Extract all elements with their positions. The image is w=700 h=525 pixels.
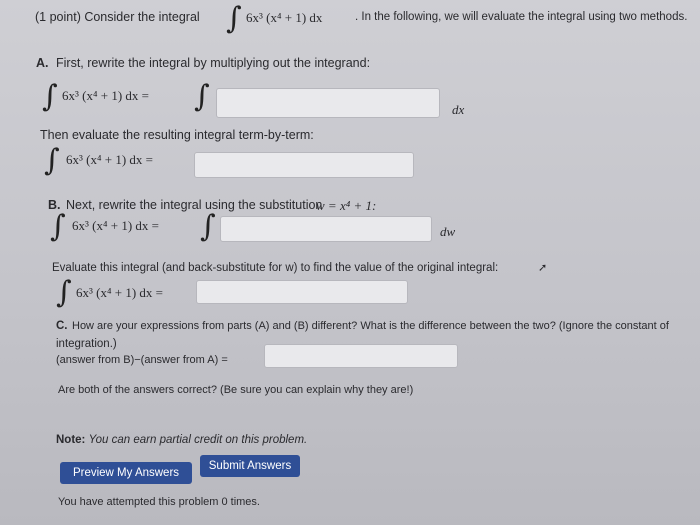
part-c-text: How are your expressions from parts (A) …: [72, 320, 669, 332]
part-b-integrand-input[interactable]: [220, 216, 432, 242]
part-b-substitution: w = x⁴ + 1:: [316, 198, 377, 213]
part-b-text: Next, rewrite the integral using the sub…: [66, 198, 323, 212]
part-a-result-input[interactable]: [194, 152, 414, 178]
part-a-lhs: 6x³ (x⁴ + 1) dx =: [62, 88, 150, 103]
problem-page: (1 point) Consider the integral ∫ 6x³ (x…: [0, 0, 700, 525]
part-a-label: A.: [36, 56, 49, 70]
part-a-integrand-input[interactable]: [216, 88, 440, 118]
note-text: You can earn partial credit on this prob…: [88, 434, 308, 446]
attempts-text: You have attempted this problem 0 times.: [58, 496, 260, 508]
mouse-cursor-icon: ➚: [538, 262, 548, 274]
intro-rest: . In the following, we will evaluate the…: [355, 11, 688, 23]
preview-answers-button[interactable]: Preview My Answers: [60, 462, 192, 484]
part-b-dw: dw: [440, 224, 456, 239]
integral-sign: ∫: [44, 143, 60, 178]
part-b-result-input[interactable]: [196, 280, 408, 304]
integral-sign: ∫: [42, 79, 58, 114]
integral-sign: ∫: [56, 275, 72, 310]
part-b-lhs2: 6x³ (x⁴ + 1) dx =: [76, 285, 164, 300]
intro-integrand: 6x³ (x⁴ + 1) dx: [246, 10, 323, 25]
integral-sign: ∫: [200, 209, 216, 244]
integral-sign: ∫: [226, 1, 242, 36]
integral-sign: ∫: [194, 79, 210, 114]
part-a-lhs2: 6x³ (x⁴ + 1) dx =: [66, 152, 154, 167]
intro-points: (1 point) Consider the integral: [35, 10, 200, 24]
part-a-then-text: Then evaluate the resulting integral ter…: [40, 128, 314, 142]
part-a-text: First, rewrite the integral by multiplyi…: [56, 56, 371, 70]
part-c-correct-question: Are both of the answers correct? (Be sur…: [58, 384, 414, 396]
part-b-eval-text: Evaluate this integral (and back-substit…: [52, 262, 499, 274]
part-c-diff-label: (answer from B)−(answer from A) =: [56, 354, 228, 366]
part-c-text2: integration.): [56, 338, 117, 350]
part-c-label: C.: [56, 320, 68, 332]
submit-answers-button[interactable]: Submit Answers: [200, 455, 300, 477]
part-a-dx: dx: [452, 102, 465, 117]
note-label: Note:: [56, 434, 86, 446]
part-b-lhs: 6x³ (x⁴ + 1) dx =: [72, 218, 160, 233]
part-c-difference-input[interactable]: [264, 344, 458, 368]
partial-credit-note: Note: You can earn partial credit on thi…: [56, 434, 307, 446]
integral-sign: ∫: [50, 209, 66, 244]
